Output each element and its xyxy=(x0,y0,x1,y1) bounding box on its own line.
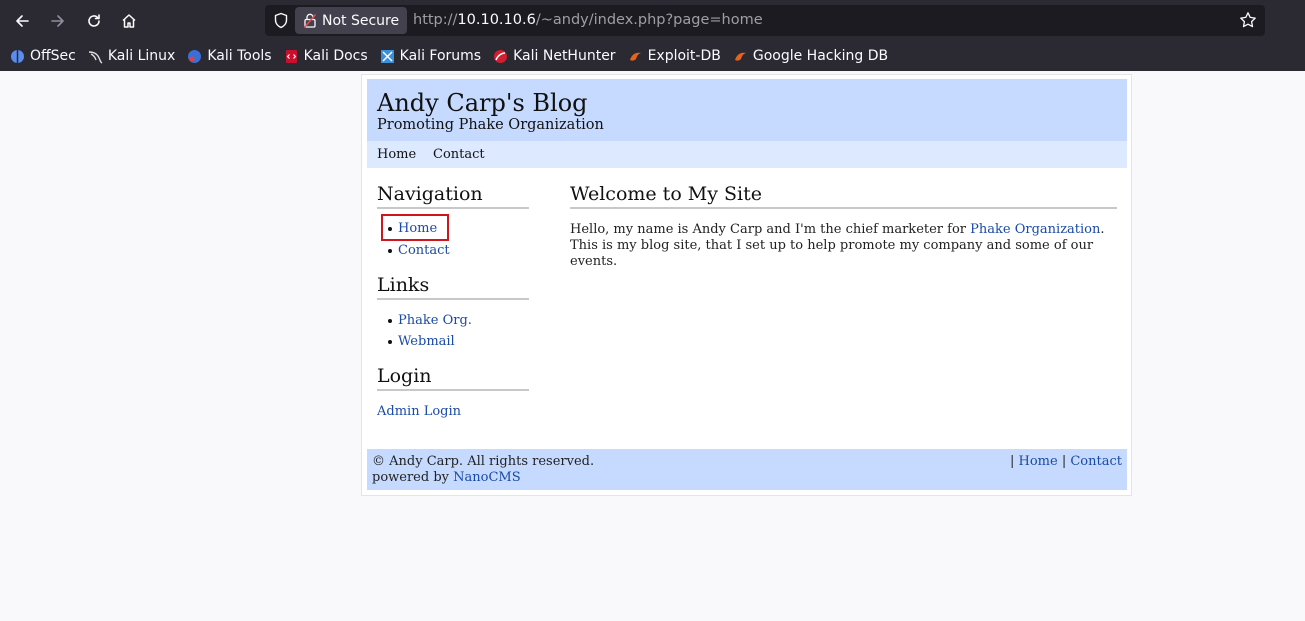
powered-by: powered by NanoCMS xyxy=(372,470,594,486)
bookmark-label: Kali Linux xyxy=(107,48,176,64)
bookmark-google-hacking-db[interactable]: Google Hacking DB xyxy=(733,48,888,64)
url-text[interactable]: http://10.10.10.6/~andy/index.php?page=h… xyxy=(413,12,763,28)
footer-separator: | xyxy=(1061,454,1067,469)
url-host: 10.10.10.6 xyxy=(457,12,536,28)
bookmark-kali-forums[interactable]: Kali Forums xyxy=(380,48,481,64)
footer-contact-link[interactable]: Contact xyxy=(1070,454,1122,469)
footer-left: © Andy Carp. All rights reserved. powere… xyxy=(372,454,594,486)
bookmark-kali-nethunter[interactable]: Kali NetHunter xyxy=(493,48,616,64)
security-label: Not Secure xyxy=(322,12,400,29)
forward-arrow-icon xyxy=(51,15,64,27)
bookmark-label: Kali Docs xyxy=(303,48,368,64)
bookmark-offsec[interactable]: OffSec xyxy=(10,48,76,64)
kali-tools-icon xyxy=(188,49,202,63)
ghdb-icon xyxy=(734,52,746,61)
footer-separator: | xyxy=(1009,454,1015,469)
site-footer: © Andy Carp. All rights reserved. powere… xyxy=(367,449,1127,490)
bookmark-label: Kali NetHunter xyxy=(513,48,616,64)
phake-org-link[interactable]: Phake Org. xyxy=(398,313,472,328)
main-paragraph: Hello, my name is Andy Carp and I'm the … xyxy=(570,222,1120,270)
bookmark-label: OffSec xyxy=(30,48,76,64)
bullet xyxy=(388,248,392,253)
kali-docs-icon xyxy=(285,49,297,63)
admin-login-link[interactable]: Admin Login xyxy=(377,404,461,419)
login-heading: Login xyxy=(377,365,529,391)
forward-button[interactable] xyxy=(45,8,71,34)
kali-dragon-icon xyxy=(88,50,103,64)
not-secure-indicator[interactable]: Not Secure xyxy=(295,7,408,34)
page-viewport: Andy Carp's Blog Promoting Phake Organiz… xyxy=(0,71,1305,621)
menu-contact-link[interactable]: Contact xyxy=(433,147,485,162)
kali-forums-icon xyxy=(380,49,394,63)
address-bar[interactable]: Not Secure http://10.10.10.6/~andy/index… xyxy=(265,5,1265,36)
bullet xyxy=(388,226,392,231)
nanocms-link[interactable]: NanoCMS xyxy=(453,470,521,485)
intro-text: Hello, my name is Andy Carp and I'm the … xyxy=(570,222,971,237)
bullet xyxy=(388,339,392,344)
bookmark-kali-docs[interactable]: Kali Docs xyxy=(284,48,368,64)
reload-button[interactable] xyxy=(81,8,107,34)
bookmark-kali-tools[interactable]: Kali Tools xyxy=(187,48,272,64)
tracking-protection-shield-icon[interactable] xyxy=(273,12,289,29)
site-header: Andy Carp's Blog Promoting Phake Organiz… xyxy=(367,79,1127,141)
top-menu: Home Contact xyxy=(367,141,1127,168)
phake-organization-link[interactable]: Phake Organization xyxy=(970,222,1100,237)
powered-by-label: powered by xyxy=(372,470,454,485)
url-path: /~andy/index.php?page=home xyxy=(535,12,763,28)
footer-links: | Home | Contact xyxy=(1010,454,1122,469)
bookmarks-toolbar: OffSec Kali Linux Kali Tools Kali Docs K… xyxy=(0,41,1305,71)
nav-item-home[interactable]: Home xyxy=(388,221,437,236)
insecure-lock-icon xyxy=(304,13,316,28)
bullet xyxy=(388,318,392,323)
footer-home-link[interactable]: Home xyxy=(1019,454,1058,469)
links-heading: Links xyxy=(377,274,529,300)
home-button[interactable] xyxy=(116,8,142,34)
links-item-webmail[interactable]: Webmail xyxy=(388,334,455,349)
exploitdb-icon xyxy=(629,52,641,61)
back-button[interactable] xyxy=(9,8,35,34)
site-subtitle: Promoting Phake Organization xyxy=(377,117,604,133)
reload-icon xyxy=(88,14,100,27)
nav-home-link[interactable]: Home xyxy=(398,221,437,236)
bookmark-exploit-db[interactable]: Exploit-DB xyxy=(628,48,721,64)
back-arrow-icon xyxy=(16,15,29,27)
bookmark-kali-linux[interactable]: Kali Linux xyxy=(88,48,175,64)
main-heading: Welcome to My Site xyxy=(570,183,1117,209)
webmail-link[interactable]: Webmail xyxy=(398,334,455,349)
nav-item-contact[interactable]: Contact xyxy=(388,243,450,258)
nethunter-icon xyxy=(494,49,508,63)
home-icon xyxy=(122,14,136,28)
site-container: Andy Carp's Blog Promoting Phake Organiz… xyxy=(361,74,1132,496)
menu-home-link[interactable]: Home xyxy=(377,147,416,162)
bookmark-label: Kali Tools xyxy=(207,48,272,64)
bookmark-star-icon[interactable] xyxy=(1239,11,1257,29)
links-item-phake-org[interactable]: Phake Org. xyxy=(388,313,472,328)
copyright-text: © Andy Carp. All rights reserved. xyxy=(372,454,595,469)
offsec-icon xyxy=(11,49,24,63)
url-prefix: http:// xyxy=(413,12,458,28)
bookmark-label: Exploit-DB xyxy=(647,48,721,64)
nav-contact-link[interactable]: Contact xyxy=(398,243,450,258)
site-title: Andy Carp's Blog xyxy=(377,89,588,117)
bookmark-label: Kali Forums xyxy=(399,48,482,64)
navigation-heading: Navigation xyxy=(377,183,529,209)
admin-login-item[interactable]: Admin Login xyxy=(377,404,461,419)
bookmark-label: Google Hacking DB xyxy=(752,48,889,64)
browser-toolbar: Not Secure http://10.10.10.6/~andy/index… xyxy=(0,0,1305,41)
